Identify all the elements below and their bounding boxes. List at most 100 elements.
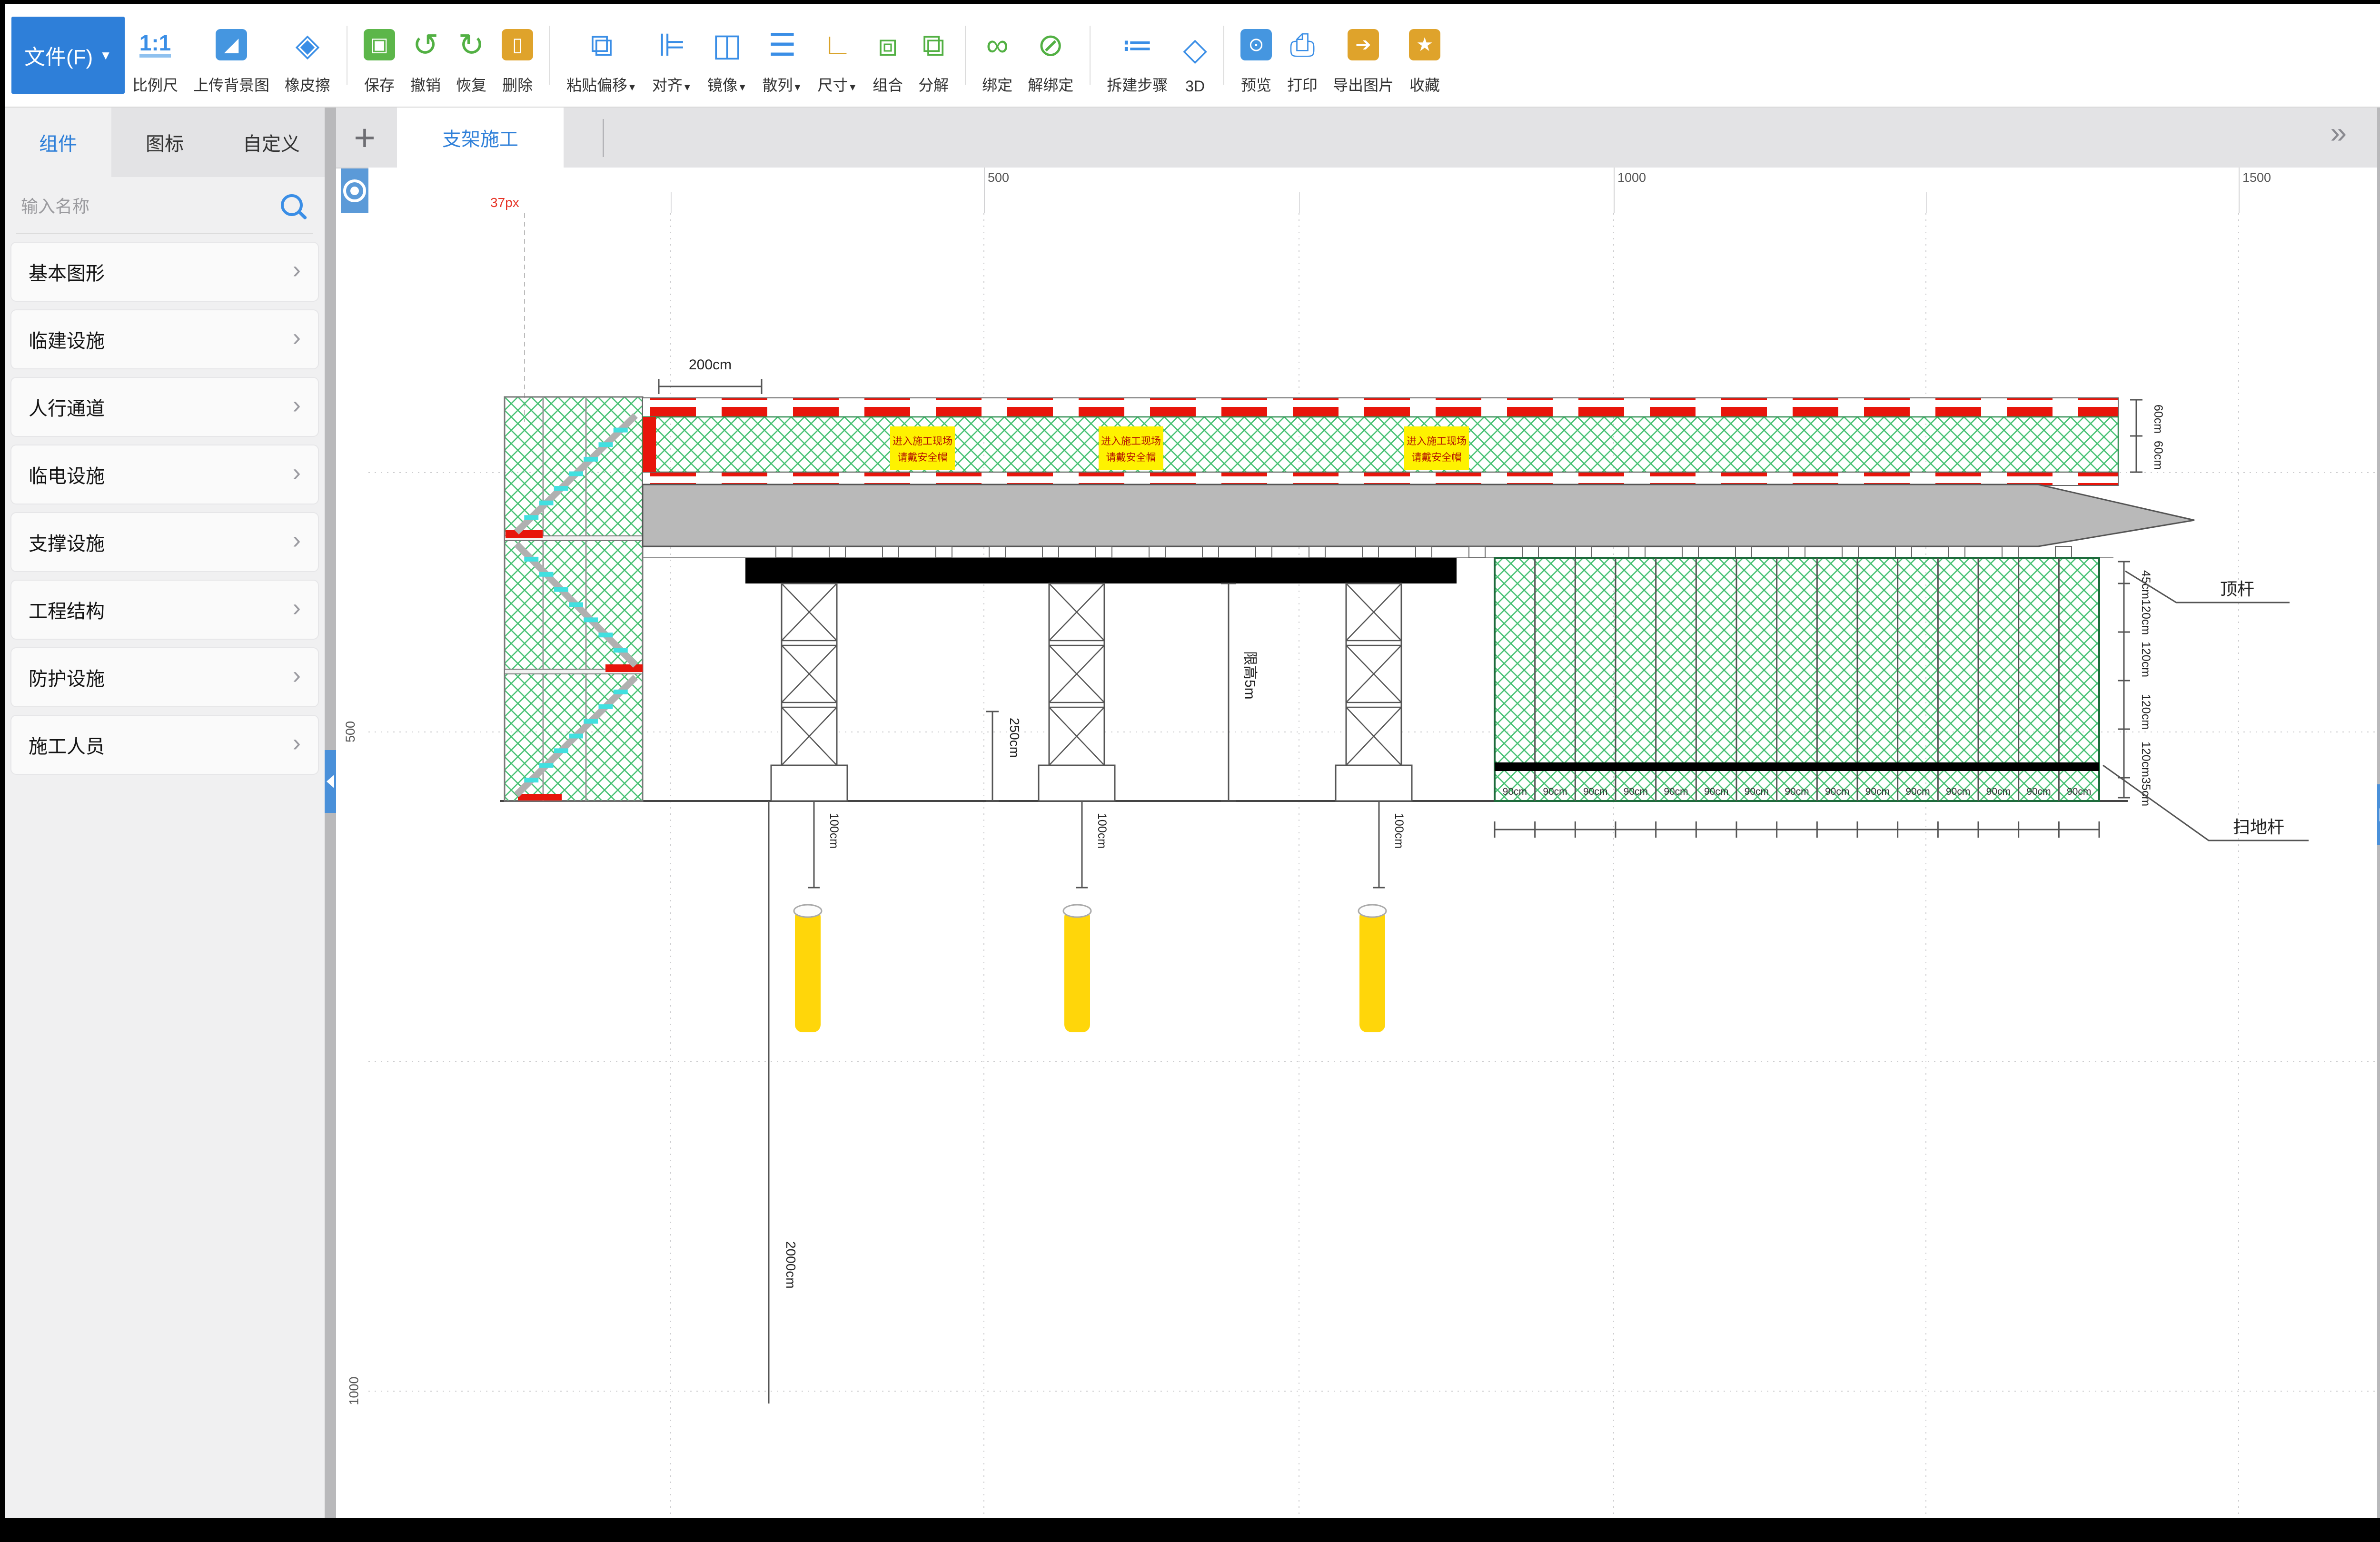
preview-icon: ⊙ <box>1240 20 1272 69</box>
ruler-major-tick <box>1614 168 1615 213</box>
favorite-button[interactable]: ★收藏 <box>1409 15 1440 95</box>
svg-text:限高5m: 限高5m <box>1242 651 1258 700</box>
sidebar-tab-2[interactable]: 图标 <box>111 108 218 177</box>
scatter-button[interactable]: ☰散列▼ <box>763 15 803 95</box>
3d-icon: ◇ <box>1183 24 1207 74</box>
ungroup-button[interactable]: ⧉分解 <box>918 15 949 95</box>
svg-text:100cm: 100cm <box>827 813 841 849</box>
component-category-list: 基本图形›临建设施›人行通道›临电设施›支撑设施›工程结构›防护设施›施工人员› <box>5 234 325 775</box>
svg-text:60cm: 60cm <box>2152 405 2165 434</box>
toolbar-separator <box>1223 26 1224 85</box>
sidebar-category-item[interactable]: 临建设施› <box>10 309 319 369</box>
export-image-icon: ➔ <box>1348 20 1379 69</box>
export-image-label: 导出图片 <box>1333 73 1394 95</box>
unbind-button[interactable]: ⊘ 解绑定 <box>1028 15 1073 95</box>
collapse-panel-chevrons-icon[interactable]: » <box>2330 116 2347 150</box>
vertical-ruler: 500 1000 <box>336 213 369 1518</box>
sidebar-category-item[interactable]: 防护设施› <box>10 647 319 707</box>
category-label: 施工人员 <box>29 731 105 759</box>
build-steps-icon: ≔ <box>1121 20 1153 69</box>
category-label: 支撑设施 <box>29 528 105 556</box>
sidebar-category-item[interactable]: 人行通道› <box>10 377 319 437</box>
svg-text:45cm120cm: 45cm120cm <box>2139 570 2152 635</box>
undo-button[interactable]: ↺撤销 <box>410 15 441 95</box>
svg-text:90cm: 90cm <box>1825 786 1849 797</box>
group-button[interactable]: ⧈组合 <box>873 15 903 95</box>
unbind-label: 解绑定 <box>1028 73 1073 95</box>
save-icon: ▣ <box>364 20 395 69</box>
toolbar-separator <box>1090 26 1091 85</box>
svg-text:90cm: 90cm <box>1865 786 1890 797</box>
ruler-number: 1500 <box>2242 170 2271 185</box>
print-label: 打印 <box>1287 73 1318 95</box>
scale-button[interactable]: 1:1比例尺 <box>132 15 178 95</box>
svg-text:90cm: 90cm <box>1745 786 1769 797</box>
bind-button[interactable]: ∞绑定 <box>982 15 1012 95</box>
export-image-button[interactable]: ➔ 导出图片 <box>1333 15 1394 95</box>
scatter-icon: ☰ <box>768 20 796 69</box>
ruler-number: 500 <box>343 721 358 742</box>
print-icon: ⎙ <box>1290 20 1315 69</box>
svg-text:2000cm: 2000cm <box>783 1241 798 1289</box>
save-button[interactable]: ▣保存 <box>364 15 395 95</box>
collapse-left-handle[interactable] <box>325 750 336 813</box>
upload-background-button[interactable]: ◢上传背景图 <box>193 15 269 95</box>
file-menu-button[interactable]: 文件(F) ▼ <box>11 17 125 94</box>
build-steps-button[interactable]: ≔拆建步骤 <box>1107 15 1168 95</box>
svg-text:90cm: 90cm <box>1624 786 1648 797</box>
search-icon[interactable] <box>281 194 303 216</box>
sidebar-category-item[interactable]: 施工人员› <box>10 715 319 775</box>
chevron-right-icon: › <box>293 595 301 620</box>
delete-button[interactable]: ▯删除 <box>502 15 533 95</box>
svg-text:90cm: 90cm <box>1946 786 1970 797</box>
component-search[interactable]: 输入名称 <box>16 177 313 234</box>
preview-button[interactable]: ⊙预览 <box>1240 15 1272 95</box>
eraser-button[interactable]: ◈橡皮擦 <box>285 15 330 95</box>
left-splitter[interactable] <box>325 108 336 1518</box>
paste-offset-icon: ⧉ <box>590 20 613 69</box>
chevron-right-icon: › <box>293 528 301 553</box>
upload-background-icon: ◢ <box>216 20 247 69</box>
redo-button[interactable]: ↻恢复 <box>456 15 486 95</box>
category-label: 临电设施 <box>29 461 105 488</box>
svg-text:请戴安全帽: 请戴安全帽 <box>1412 452 1462 463</box>
align-icon: ⊫ <box>658 20 686 69</box>
drawing-canvas[interactable]: 进入施工现场请戴安全帽进入施工现场请戴安全帽进入施工现场请戴安全帽200cm60… <box>368 213 2377 1518</box>
svg-text:90cm: 90cm <box>1583 786 1607 797</box>
scale-label: 比例尺 <box>132 73 178 95</box>
collapse-right-handle[interactable] <box>2377 784 2380 845</box>
sidebar-tab-1[interactable]: 组件 <box>5 108 111 177</box>
unbind-icon: ⊘ <box>1038 20 1064 69</box>
toolbar-separator <box>549 26 550 85</box>
ruler-major-tick <box>2239 168 2240 213</box>
svg-text:顶杆: 顶杆 <box>2220 579 2254 599</box>
ruler-number: 1000 <box>347 1376 362 1405</box>
group-icon: ⧈ <box>878 20 898 69</box>
print-button[interactable]: ⎙ 打印 <box>1287 15 1318 95</box>
sidebar-tab-3[interactable]: 自定义 <box>218 108 325 177</box>
svg-text:90cm: 90cm <box>1905 786 1930 797</box>
favorite-icon: ★ <box>1409 20 1440 69</box>
eraser-label: 橡皮擦 <box>285 73 330 95</box>
paste-offset-button[interactable]: ⧉粘贴偏移▼ <box>566 15 637 95</box>
canvas-tab-active[interactable]: 支架施工 <box>397 108 564 168</box>
target-icon <box>343 179 366 202</box>
svg-text:进入施工现场: 进入施工现场 <box>892 436 952 447</box>
sidebar-category-item[interactable]: 基本图形› <box>10 242 319 302</box>
mirror-button[interactable]: ◫镜像▼ <box>707 15 747 95</box>
canvas-tab-bar: + 支架施工 » <box>336 108 2377 168</box>
align-button[interactable]: ⊫对齐▼ <box>652 15 692 95</box>
sidebar-category-item[interactable]: 支撑设施 › <box>10 512 319 572</box>
dimension-button[interactable]: ∟尺寸▼ <box>817 15 857 95</box>
sidebar-category-item[interactable]: 临电设施› <box>10 445 319 504</box>
svg-text:90cm: 90cm <box>2067 786 2091 797</box>
chevron-right-icon: › <box>293 393 301 417</box>
add-tab-button[interactable]: + <box>336 108 393 168</box>
category-label: 防护设施 <box>29 663 105 691</box>
ruler-origin-button[interactable] <box>341 168 368 213</box>
ungroup-label: 分解 <box>918 73 949 95</box>
svg-text:扫地杆: 扫地杆 <box>2233 817 2284 837</box>
sidebar-category-item[interactable]: 工程结构› <box>10 580 319 640</box>
3d-button[interactable]: ◇3D <box>1183 15 1207 95</box>
bind-label: 绑定 <box>982 73 1012 95</box>
